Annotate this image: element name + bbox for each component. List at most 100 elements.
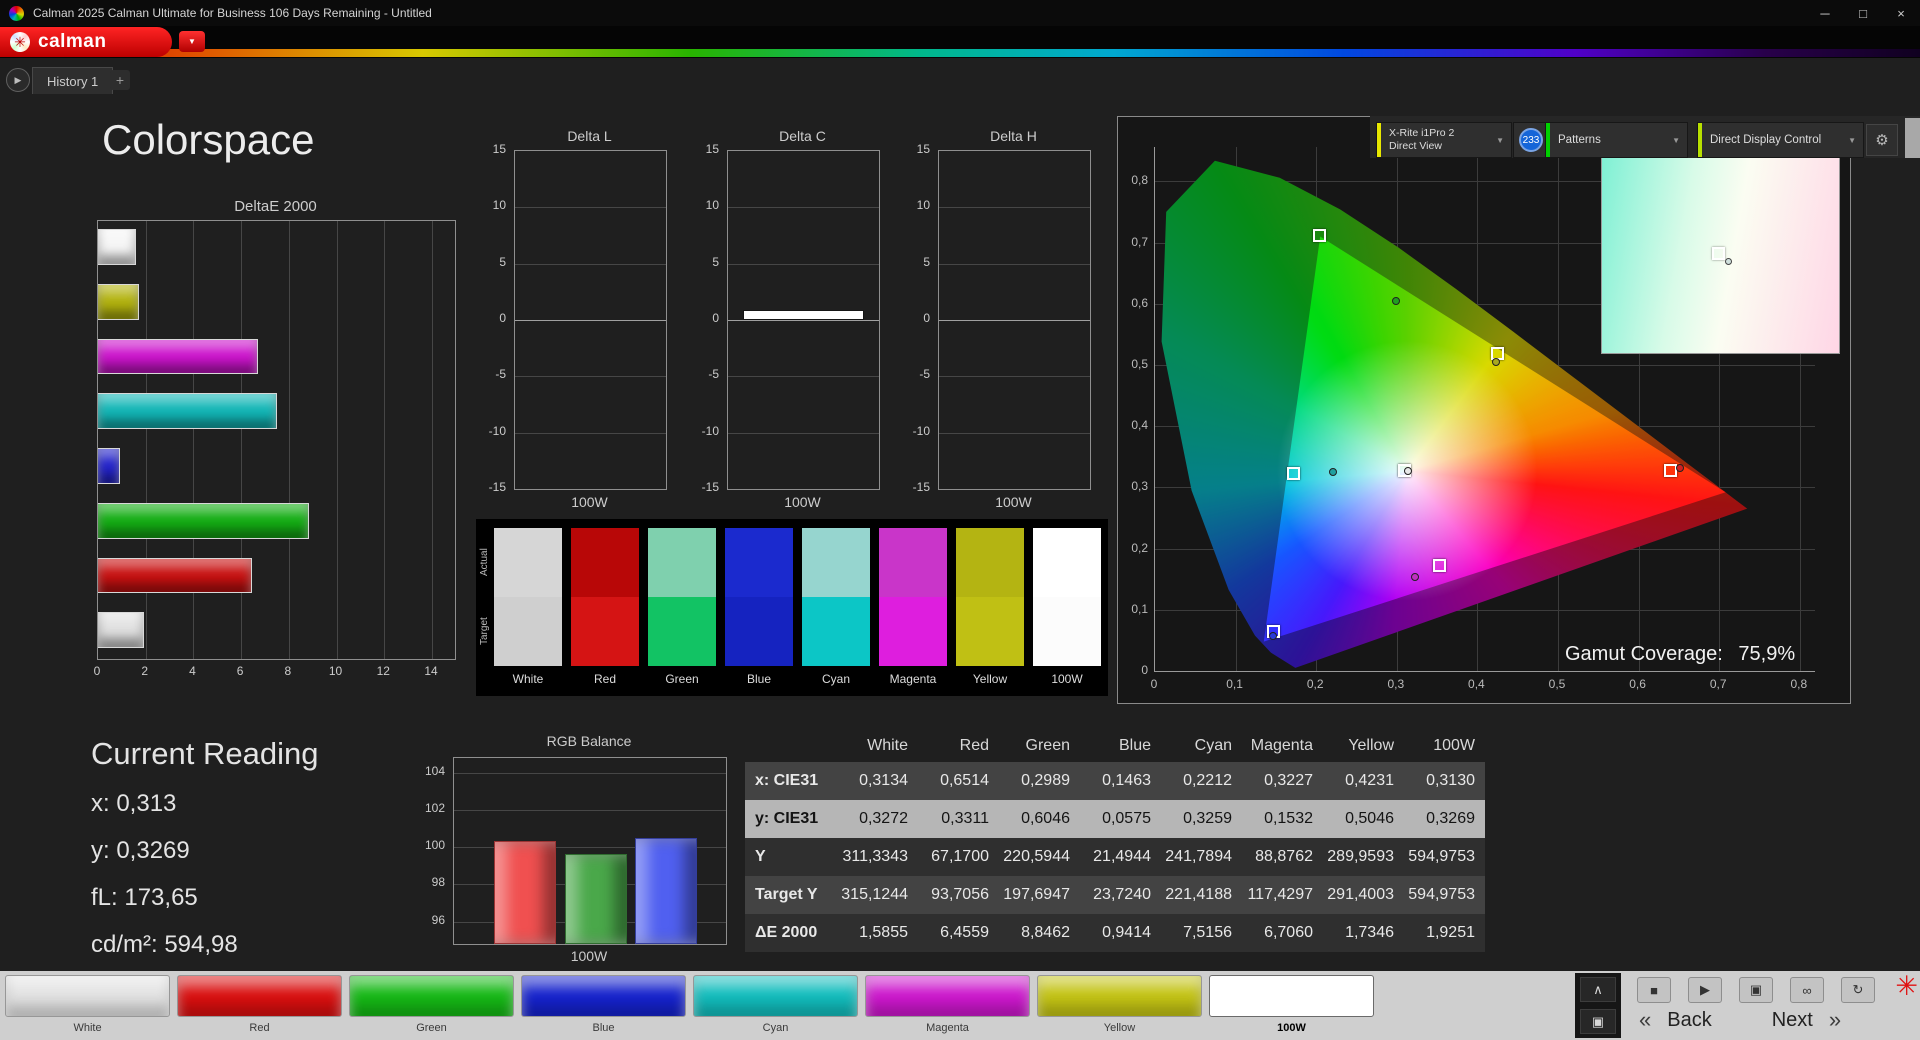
- page-title: Colorspace: [102, 116, 315, 163]
- target-marker-red: [1663, 464, 1677, 478]
- gamut-coverage-label: Gamut Coverage:: [1565, 643, 1723, 665]
- table-cell: 289,9593: [1327, 848, 1394, 865]
- y-tick-label: -10: [701, 423, 719, 438]
- current-reading-panel: Current Reading x: 0,313 y: 0,3269 fL: 1…: [91, 736, 318, 978]
- y-tick-label: 96: [431, 912, 445, 927]
- session-play-button[interactable]: ▶: [6, 68, 30, 92]
- patch-white[interactable]: White: [5, 975, 170, 1034]
- continuous-button[interactable]: ∞: [1790, 977, 1824, 1003]
- back-button[interactable]: Back: [1667, 1009, 1711, 1032]
- reading-cdm2: cd/m²: 594,98: [91, 931, 238, 958]
- gear-icon: ⚙: [1875, 132, 1889, 149]
- table-row[interactable]: y: CIE31 0,3272 0,3311 0,6046 0,0575 0,3259 0,…: [745, 800, 1485, 838]
- y-tick-label: 15: [916, 142, 930, 156]
- delta-c-plot: [727, 150, 880, 490]
- meter-count-badge: 233: [1519, 128, 1543, 152]
- collapse-panel-button[interactable]: ∧: [1580, 977, 1616, 1002]
- add-tab-button[interactable]: +: [110, 70, 130, 90]
- table-row[interactable]: Target Y 315,1244 93,7056 197,6947 23,7240 22…: [745, 876, 1485, 914]
- inset-target-marker: [1712, 247, 1725, 260]
- table-row[interactable]: Y 311,3343 67,1700 220,5944 21,4944 241,7894 8…: [745, 838, 1485, 876]
- maximize-button[interactable]: □: [1844, 0, 1882, 26]
- target-marker-green: [1313, 229, 1327, 243]
- row-label: y: CIE31: [755, 810, 819, 827]
- side-panel-handle[interactable]: [1905, 118, 1920, 158]
- layout-button[interactable]: ▣: [1580, 1009, 1616, 1034]
- x-tick-label: 14: [424, 664, 438, 678]
- target-swatch-cyan: [802, 597, 870, 666]
- patch-green[interactable]: Green: [349, 975, 514, 1034]
- back-chevrons-icon[interactable]: «: [1639, 1007, 1651, 1033]
- target-swatch-100w: [1033, 597, 1101, 666]
- target-swatch-blue: [725, 597, 793, 666]
- close-button[interactable]: ×: [1882, 0, 1920, 26]
- y-tick-label: 100: [424, 838, 445, 853]
- patch-blue[interactable]: Blue: [521, 975, 686, 1034]
- x-tick-label: 0,1: [1226, 677, 1243, 691]
- capture-button[interactable]: ▣: [1739, 977, 1773, 1003]
- brand-bar: ✳ calman ▼: [0, 26, 1920, 58]
- play-measure-button[interactable]: ▶: [1688, 977, 1722, 1003]
- rgb-balance-title: RGB Balance: [546, 733, 632, 749]
- gridline: [515, 320, 666, 321]
- measurement-table: White Red Green Blue Cyan Magenta Yellow 100W x:…: [745, 729, 1485, 952]
- swatch-label: Green: [665, 672, 699, 686]
- stop-button[interactable]: ■: [1637, 977, 1671, 1003]
- patch-label: Magenta: [926, 1022, 969, 1034]
- target-swatch-yellow: [956, 597, 1024, 666]
- gridline: [454, 772, 726, 774]
- window-controls: ─ □ ×: [1806, 0, 1920, 26]
- table-cell: 0,3130: [1426, 772, 1475, 789]
- patch-red[interactable]: Red: [177, 975, 342, 1034]
- chevron-down-icon: ▼: [1496, 135, 1504, 145]
- refresh-button[interactable]: ↻: [1841, 977, 1875, 1003]
- patch-yellow[interactable]: Yellow: [1037, 975, 1202, 1034]
- minimize-button[interactable]: ─: [1806, 0, 1844, 26]
- y-tick-label: 0: [923, 311, 930, 325]
- gridline: [145, 221, 147, 659]
- next-chevrons-icon[interactable]: »: [1829, 1007, 1841, 1033]
- display-control-dropdown[interactable]: Direct Display Control ▼: [1697, 122, 1864, 158]
- tab-bar: ▶ History 1 + X-Rite i1Pro 2 Direct View…: [0, 58, 1920, 158]
- actual-swatch-magenta: [879, 528, 947, 597]
- gridline: [728, 263, 879, 265]
- patch-100w[interactable]: 100W: [1209, 975, 1374, 1034]
- next-button[interactable]: Next: [1772, 1009, 1813, 1032]
- calman-menu-dropdown[interactable]: ▼: [179, 31, 205, 52]
- deltae-bar-blue: [98, 448, 121, 484]
- delta-c-ylabels: 15 10 5 0 -5 -10 -15: [683, 142, 723, 494]
- y-tick-label: 0,4: [1131, 418, 1148, 433]
- target-marker-magenta: [1432, 558, 1446, 572]
- swatch-columns: White Red Green Blue Cyan Magenta Yellow 100W: [494, 528, 1101, 686]
- x-tick-label: 0,6: [1629, 677, 1646, 691]
- table-row[interactable]: x: CIE31 0,3134 0,6514 0,2989 0,1463 0,2212 0,…: [745, 762, 1485, 800]
- y-tick-label: 0,7: [1131, 234, 1148, 249]
- table-cell: 0,1463: [1102, 772, 1151, 789]
- y-tick-label: 0,6: [1131, 295, 1148, 310]
- patch-cyan[interactable]: Cyan: [693, 975, 858, 1034]
- table-cell: 6,7060: [1264, 924, 1313, 941]
- actual-swatch-100w: [1033, 528, 1101, 597]
- measured-point-blue: [1268, 631, 1277, 640]
- y-tick-label: 5: [923, 254, 930, 269]
- measured-point-green: [1391, 296, 1400, 305]
- patterns-dropdown[interactable]: Patterns ▼: [1545, 122, 1688, 158]
- y-tick-label: -15: [488, 480, 506, 494]
- table-cell: 197,6947: [1003, 886, 1070, 903]
- table-row[interactable]: ΔE 2000 1,5855 6,4559 8,8462 0,9414 7,5156 6,7…: [745, 914, 1485, 952]
- gridline: [728, 207, 879, 209]
- table-cell: 0,2989: [1021, 772, 1070, 789]
- calman-logo[interactable]: ✳ calman: [0, 27, 172, 57]
- deltae-bar-red: [98, 557, 253, 594]
- meter-dropdown[interactable]: X-Rite i1Pro 2 Direct View ▼: [1376, 122, 1512, 158]
- settings-button[interactable]: ⚙: [1866, 124, 1898, 156]
- calman-pinwheel-icon: ✳: [10, 32, 30, 52]
- tab-history-1[interactable]: History 1: [32, 67, 114, 94]
- gridline: [515, 263, 666, 265]
- x-tick-label: 12: [376, 664, 390, 678]
- patch-magenta[interactable]: Magenta: [865, 975, 1030, 1034]
- meter-status-badge[interactable]: 233: [1513, 122, 1549, 158]
- rgb-bar-green: [565, 853, 627, 944]
- cie-y-axis: 0 0,1 0,2 0,3 0,4 0,5 0,6 0,7 0,8: [1120, 147, 1150, 677]
- table-cell: 0,4231: [1345, 772, 1394, 789]
